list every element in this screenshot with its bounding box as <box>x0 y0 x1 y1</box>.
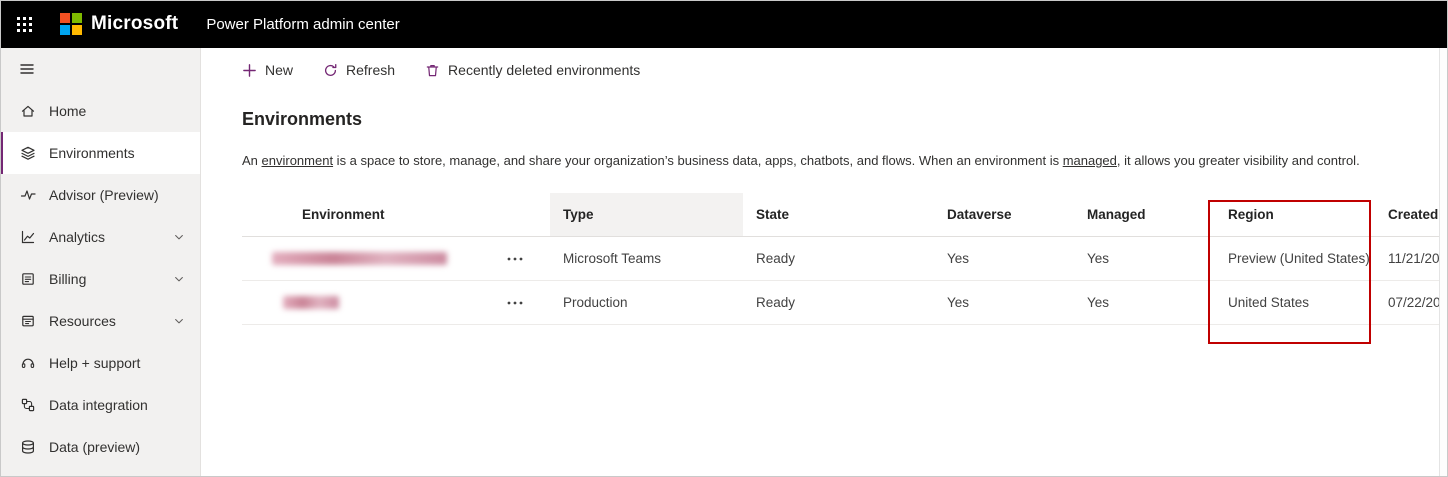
vertical-scrollbar[interactable] <box>1439 48 1448 477</box>
app-launcher-waffle-icon[interactable] <box>0 0 48 48</box>
environment-link[interactable]: environment <box>262 153 334 168</box>
microsoft-brand: Microsoft <box>60 13 178 35</box>
managed-cell: Yes <box>1087 295 1110 310</box>
sidebar-item-label: Data integration <box>49 397 148 413</box>
sidebar-item-label: Data (preview) <box>49 439 141 455</box>
headset-icon <box>19 355 36 372</box>
environments-table: Environment Type State Dataverse Managed… <box>242 193 1448 325</box>
environment-row: Microsoft Teams Ready Yes Yes Preview (U… <box>242 237 1448 281</box>
column-header-managed[interactable]: Managed <box>1074 193 1215 236</box>
microsoft-logo-icon <box>60 13 82 35</box>
database-icon <box>19 439 36 456</box>
brand-name: Microsoft <box>91 13 179 34</box>
main-content: New Refresh Recently deleted environment… <box>201 48 1448 477</box>
created-cell: 07/22/202 <box>1388 295 1448 310</box>
table-header-row: Environment Type State Dataverse Managed… <box>242 193 1448 237</box>
waffle-grid-icon <box>16 16 32 32</box>
nav-collapse-button[interactable] <box>0 48 200 90</box>
page-title: Environments <box>242 109 363 129</box>
sidebar-item-label: Resources <box>49 313 116 329</box>
state-cell: Ready <box>756 295 796 310</box>
sidebar-item-resources[interactable]: Resources <box>0 300 200 342</box>
column-header-region[interactable]: Region <box>1215 193 1375 236</box>
top-app-bar: Microsoft Power Platform admin center <box>0 0 1448 48</box>
recently-deleted-button[interactable]: Recently deleted environments <box>425 62 640 78</box>
sidebar-item-label: Analytics <box>49 229 106 245</box>
more-options-button[interactable] <box>503 299 527 307</box>
sidebar-item-advisor[interactable]: Advisor (Preview) <box>0 174 200 216</box>
description-text: , it allows you greater visibility and c… <box>1116 153 1360 168</box>
redacted-environment-name[interactable] <box>272 252 447 265</box>
advisor-pulse-icon <box>19 187 36 204</box>
environments-description: An environment is a space to store, mana… <box>242 153 1448 168</box>
sidebar-item-label: Environments <box>49 145 135 161</box>
managed-link[interactable]: managed <box>1063 153 1117 168</box>
resources-icon <box>19 313 36 330</box>
created-cell: 11/21/202 <box>1388 251 1448 266</box>
sidebar-item-data-integration[interactable]: Data integration <box>0 384 200 426</box>
refresh-icon <box>325 63 337 76</box>
type-cell: Production <box>563 295 628 310</box>
column-header-state[interactable]: State <box>743 193 934 236</box>
dataverse-cell: Yes <box>947 251 970 266</box>
hamburger-icon <box>20 64 34 74</box>
data-integration-icon <box>19 397 36 414</box>
sidebar-item-help-support[interactable]: Help + support <box>0 342 200 384</box>
environment-name-cell <box>242 237 490 280</box>
plus-icon <box>243 63 256 77</box>
sidebar-item-label: Home <box>49 103 87 119</box>
environments-icon <box>19 145 36 162</box>
command-bar: New Refresh Recently deleted environment… <box>201 48 1448 92</box>
chevron-down-icon <box>173 315 185 327</box>
recently-deleted-label: Recently deleted environments <box>448 62 641 78</box>
row-actions-cell <box>490 281 550 324</box>
sidebar-item-label: Billing <box>49 271 87 287</box>
chevron-down-icon <box>173 273 185 285</box>
column-header-dataverse[interactable]: Dataverse <box>934 193 1074 236</box>
refresh-button-label: Refresh <box>346 62 396 78</box>
billing-invoice-icon <box>19 271 36 288</box>
description-text: An <box>242 153 262 168</box>
column-header-created[interactable]: Created on <box>1375 193 1448 236</box>
state-cell: Ready <box>756 251 796 266</box>
sidebar-item-label: Help + support <box>49 355 141 371</box>
home-icon <box>19 103 36 120</box>
column-header-actions <box>490 193 550 236</box>
dataverse-cell: Yes <box>947 295 970 310</box>
more-options-icon <box>507 257 523 260</box>
sidebar-item-data-preview[interactable]: Data (preview) <box>0 426 200 468</box>
app-title: Power Platform admin center <box>206 15 400 33</box>
sidebar-item-billing[interactable]: Billing <box>0 258 200 300</box>
managed-cell: Yes <box>1087 251 1110 266</box>
row-actions-cell <box>490 237 550 280</box>
sidebar-item-analytics[interactable]: Analytics <box>0 216 200 258</box>
column-header-type[interactable]: Type <box>550 193 743 236</box>
left-navigation: Home Environments Advisor (Preview) Anal… <box>0 48 201 477</box>
redacted-environment-name[interactable] <box>283 296 339 309</box>
new-button-label: New <box>265 62 294 78</box>
more-options-button[interactable] <box>503 255 527 263</box>
sidebar-item-label: Advisor (Preview) <box>49 187 159 203</box>
type-cell: Microsoft Teams <box>563 251 662 266</box>
refresh-button[interactable]: Refresh <box>323 62 395 78</box>
column-header-environment[interactable]: Environment <box>242 193 490 236</box>
analytics-chart-icon <box>19 229 36 246</box>
recycle-bin-icon <box>426 64 439 76</box>
new-environment-button[interactable]: New <box>242 62 293 78</box>
region-cell: Preview (United States) <box>1228 251 1370 266</box>
environment-name-cell <box>242 281 490 324</box>
region-cell: United States <box>1228 295 1310 310</box>
more-options-icon <box>507 301 523 304</box>
sidebar-item-home[interactable]: Home <box>0 90 200 132</box>
sidebar-item-environments[interactable]: Environments <box>0 132 200 174</box>
chevron-down-icon <box>173 231 185 243</box>
description-text: is a space to store, manage, and share y… <box>333 153 1063 168</box>
environment-row: Production Ready Yes Yes United States 0… <box>242 281 1448 325</box>
